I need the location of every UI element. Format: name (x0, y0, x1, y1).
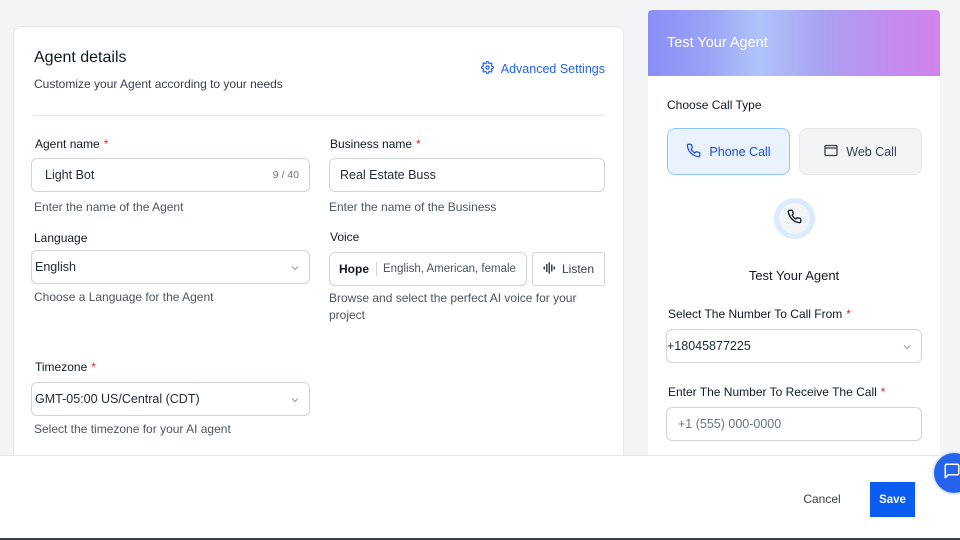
agent-name-counter: 9 / 40 (272, 169, 299, 181)
listen-button[interactable]: Listen (532, 252, 605, 286)
to-number-input[interactable]: +1 (555) 000-0000 (666, 407, 922, 441)
chevron-down-icon (902, 341, 912, 355)
chevron-down-icon (290, 394, 300, 408)
language-label: Language (34, 231, 88, 245)
timezone-select[interactable]: GMT-05:00 US/Central (CDT) (31, 382, 310, 416)
timezone-help: Select the timezone for your AI agent (34, 422, 231, 436)
to-number-label: Enter The Number To Receive The Call * (668, 385, 886, 399)
gear-icon (480, 60, 494, 77)
chat-icon (943, 462, 960, 485)
test-agent-panel: Test Your Agent Choose Call Type Phone C… (648, 10, 940, 456)
business-name-value: Real Estate Buss (340, 168, 436, 182)
web-call-button[interactable]: Web Call (799, 128, 922, 175)
divider (34, 115, 605, 116)
timezone-label: Timezone * (35, 360, 96, 374)
business-name-input[interactable]: Real Estate Buss (329, 158, 605, 192)
card-title: Agent details (34, 49, 127, 66)
agent-name-value: Light Bot (45, 168, 95, 182)
timezone-value: GMT-05:00 US/Central (CDT) (35, 392, 200, 406)
listen-label: Listen (561, 262, 595, 276)
phone-call-button[interactable]: Phone Call (667, 128, 790, 175)
agent-name-input[interactable]: Light Bot 9 / 40 (31, 158, 310, 192)
test-agent-title: Test Your Agent (748, 268, 840, 283)
waveform-icon (543, 262, 556, 277)
voice-label: Voice (330, 230, 360, 244)
required-mark: * (880, 385, 886, 399)
agent-name-help: Enter the name of the Agent (34, 200, 184, 214)
required-mark: * (103, 137, 109, 151)
phone-avatar (774, 198, 815, 239)
business-name-label: Business name * (330, 137, 421, 151)
call-type-label: Choose Call Type (667, 98, 762, 112)
voice-select[interactable]: Hope English, American, female (329, 252, 527, 286)
web-call-label: Web Call (846, 144, 897, 159)
phone-call-label: Phone Call (709, 144, 771, 159)
language-help: Choose a Language for the Agent (34, 290, 214, 304)
test-panel-header: Test Your Agent (648, 10, 940, 76)
voice-help: Browse and select the perfect AI voice f… (329, 291, 577, 322)
from-number-select[interactable]: +18045877225 (666, 329, 922, 363)
save-button[interactable]: Save (870, 482, 915, 517)
agent-details-card: Agent details Customize your Agent accor… (13, 26, 624, 466)
from-number-label: Select The Number To Call From * (668, 307, 851, 321)
agent-name-label: Agent name * (35, 137, 109, 151)
language-value: English (35, 260, 76, 274)
chevron-down-icon (290, 262, 300, 276)
test-panel-title: Test Your Agent (667, 35, 768, 51)
cancel-button[interactable]: Cancel (792, 488, 852, 510)
voice-name: Hope (330, 262, 377, 276)
required-mark: * (416, 137, 421, 151)
phone-icon (787, 209, 802, 229)
from-number-value: +18045877225 (667, 339, 751, 353)
monitor-icon (824, 144, 838, 160)
language-select[interactable]: English (31, 250, 310, 284)
voice-description: English, American, female (383, 263, 516, 275)
card-subtitle: Customize your Agent according to your n… (34, 77, 283, 91)
phone-icon (686, 143, 701, 161)
required-mark: * (846, 307, 851, 321)
advanced-settings-label: Advanced Settings (500, 62, 605, 76)
business-name-help: Enter the name of the Business (329, 200, 497, 214)
to-number-placeholder: +1 (555) 000-0000 (678, 417, 782, 431)
required-mark: * (91, 360, 96, 374)
advanced-settings-link[interactable]: Advanced Settings (480, 60, 605, 77)
